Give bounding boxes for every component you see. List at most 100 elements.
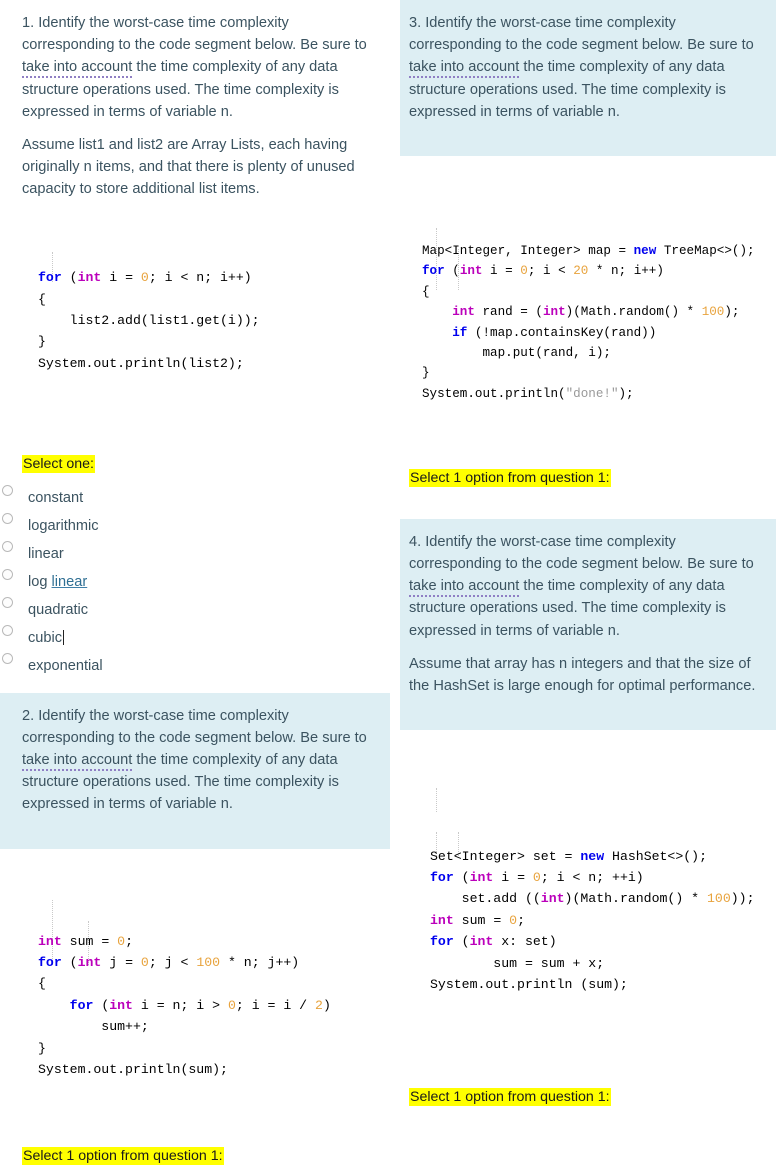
question-2-lead: 2. Identify the worst-case time complexi…: [22, 705, 376, 816]
code-line: System.out.println("done!");: [422, 386, 634, 401]
question-4-extra: Assume that array has n integers and tha…: [409, 655, 756, 694]
prompt-line-3a: sure to: [709, 37, 754, 54]
code-line: int sum = 0;: [38, 933, 133, 949]
question-2-instruction-wrap: Select 1 option from question 1:: [0, 1143, 390, 1169]
question-3-lead: 3. Identify the worst-case time complexi…: [409, 12, 762, 123]
question-3-instruction-wrap: Select 1 option from question 1:: [400, 465, 776, 491]
prompt-line-3a: sure to: [322, 37, 367, 54]
code-line: set.add ((int)(Math.random() * 100));: [430, 891, 755, 907]
option-label-cubic: cubic: [28, 629, 63, 646]
question-1-number: 1.: [22, 15, 35, 31]
option-label-constant: constant: [28, 489, 84, 506]
code-line: sum = sum + x;: [430, 955, 605, 971]
option-row-log-linear[interactable]: log linear: [0, 567, 390, 595]
text-caret: [63, 629, 65, 645]
code-line: System.out.println (sum);: [430, 976, 628, 992]
option-row-linear[interactable]: linear: [0, 539, 390, 567]
question-2-number: 2.: [22, 707, 35, 724]
question-2-instruction: Select 1 option from question 1:: [22, 1147, 224, 1166]
question-4-instruction: Select 1 option from question 1:: [409, 1088, 611, 1107]
question-3-code: Map<Integer, Integer> map = new TreeMap<…: [400, 170, 776, 451]
prompt-line-2: corresponding to the code segment below.…: [409, 556, 706, 573]
code-line: int rand = (int)(Math.random() * 100);: [452, 305, 740, 320]
question-3-instruction: Select 1 option from question 1:: [409, 468, 611, 487]
radio-icon-constant[interactable]: [2, 484, 13, 496]
question-2-code: int sum = 0; for (int j = 0; j < 100 * n;…: [0, 857, 390, 1130]
code-line: for (int i = 0; i < n; i++): [38, 270, 252, 286]
code-line: }: [38, 1040, 46, 1056]
option-row-quadratic[interactable]: quadratic: [0, 595, 390, 623]
prompt-line-3b: the time complexity of: [519, 578, 665, 595]
code-line: {: [422, 284, 430, 299]
code-line: int sum = 0;: [430, 912, 525, 928]
prompt-line-3a: sure to: [322, 729, 367, 746]
prompt-line-3a: sure to: [709, 556, 754, 573]
code-line: for (int i = 0; i < n; ++i): [430, 870, 644, 886]
question-1-extra: Assume list1 and list2 are Array Lists, …: [22, 136, 355, 198]
code-line: for (int x: set): [430, 934, 557, 950]
option-row-constant[interactable]: constant: [0, 483, 390, 511]
prompt-line-1: Identify the worst-case time complexity: [38, 15, 289, 31]
prompt-line-1: Identify the worst-case time complexity: [425, 533, 676, 550]
radio-icon-log-linear[interactable]: [2, 568, 13, 580]
question-4-prompt: 4. Identify the worst-case time complexi…: [400, 518, 776, 731]
prompt-line-2: corresponding to the code segment below.…: [409, 37, 706, 54]
option-label-linear: linear: [28, 545, 64, 562]
code-line: System.out.println(sum);: [38, 1061, 228, 1077]
prompt-line-3b: the time complexity of: [132, 59, 278, 76]
grammar-phrase: take into account: [22, 59, 133, 79]
option-link-linear[interactable]: linear: [52, 574, 88, 590]
code-line: list2.add(list1.get(i));: [38, 312, 260, 328]
question-1-prompt: 1. Identify the worst-case time complexi…: [0, 0, 390, 214]
option-label-cubic-wrap: cubic: [28, 629, 65, 646]
code-line: System.out.println(list2);: [38, 355, 244, 371]
radio-icon-cubic[interactable]: [2, 624, 13, 636]
option-row-cubic[interactable]: cubic: [0, 623, 390, 651]
option-label-logarithmic: logarithmic: [28, 517, 99, 534]
question-1-code: for (int i = 0; i < n; i++) { list2.add(l…: [0, 214, 390, 422]
question-4-number: 4.: [409, 533, 422, 550]
prompt-line-2: corresponding to the code segment below.…: [22, 37, 319, 54]
question-4-instruction-wrap: Select 1 option from question 1:: [400, 1084, 776, 1110]
question-4-lead: 4. Identify the worst-case time complexi…: [409, 531, 762, 642]
code-line: Map<Integer, Integer> map = new TreeMap<…: [422, 244, 755, 259]
indent-guide: [436, 788, 437, 813]
option-label-log-linear: log linear: [28, 573, 88, 590]
code-line: for (int i = n; i > 0; i = i / 2): [69, 997, 331, 1013]
question-3-prompt: 3. Identify the worst-case time complexi…: [400, 0, 776, 156]
radio-icon-linear[interactable]: [2, 540, 13, 552]
grammar-phrase: take into account: [22, 752, 133, 772]
right-column: 3. Identify the worst-case time complexi…: [400, 0, 776, 1110]
option-label-quadratic: quadratic: [28, 601, 89, 618]
radio-icon-quadratic[interactable]: [2, 596, 13, 608]
option-row-logarithmic[interactable]: logarithmic: [0, 511, 390, 539]
prompt-line-3b: the time complexity of: [132, 752, 278, 769]
code-line: {: [38, 976, 46, 992]
prompt-line-2: corresponding to the code segment below.…: [22, 729, 319, 746]
prompt-line-1: Identify the worst-case time complexity: [425, 15, 676, 31]
answer-options-list: constant logarithmic linear log linear q…: [0, 483, 390, 679]
code-line: }: [422, 366, 430, 381]
code-line: for (int i = 0; i < 20 * n; i++): [422, 264, 664, 279]
code-line: {: [38, 291, 46, 307]
prompt-line-3b: the time complexity of: [519, 59, 665, 76]
code-line: map.put(rand, i);: [422, 345, 611, 360]
prompt-line-1: Identify the worst-case time complexity: [38, 707, 289, 724]
code-line: for (int j = 0; j < 100 * n; j++): [38, 955, 300, 971]
code-line: if (!map.containsKey(rand)): [452, 325, 657, 340]
option-label-exponential: exponential: [28, 657, 103, 674]
question-3-number: 3.: [409, 15, 422, 31]
grammar-phrase: take into account: [409, 59, 520, 79]
option-row-exponential[interactable]: exponential: [0, 651, 390, 679]
radio-icon-logarithmic[interactable]: [2, 512, 13, 524]
code-line: Set<Integer> set = new HashSet<>();: [430, 848, 708, 864]
grammar-phrase: take into account: [409, 578, 520, 598]
quiz-page: 1. Identify the worst-case time complexi…: [0, 0, 776, 1166]
code-line: sum++;: [38, 1019, 149, 1035]
question-1-instruction: Select one:: [22, 454, 95, 473]
left-column: 1. Identify the worst-case time complexi…: [0, 0, 390, 1169]
question-4-code: Set<Integer> set = new HashSet<>(); for (…: [400, 750, 776, 1044]
code-line: }: [38, 334, 46, 350]
question-2-prompt: 2. Identify the worst-case time complexi…: [0, 692, 390, 849]
radio-icon-exponential[interactable]: [2, 652, 13, 664]
